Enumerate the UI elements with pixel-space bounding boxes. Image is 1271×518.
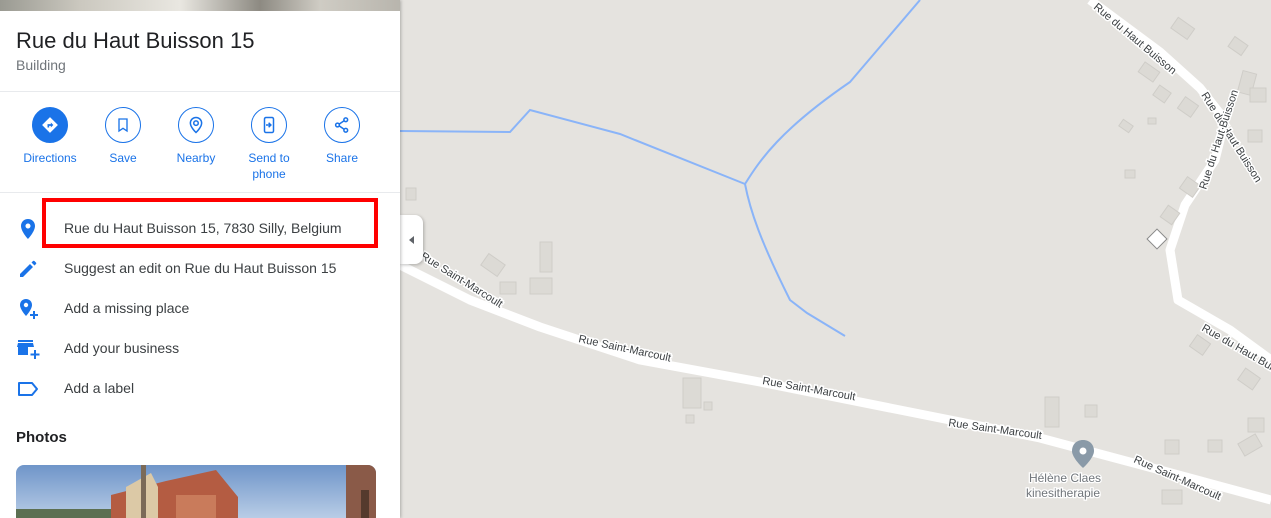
directions-button[interactable]: Directions <box>13 107 87 166</box>
add-place-icon <box>20 299 38 319</box>
place-category: Building <box>16 57 66 73</box>
share-icon <box>324 107 360 143</box>
add-missing-place-text: Add a missing place <box>64 300 190 316</box>
save-label: Save <box>109 151 137 165</box>
suggest-edit-text: Suggest an edit on Rue du Haut Buisson 1… <box>64 260 337 276</box>
poi-name-line1[interactable]: Hélène Claes <box>1028 470 1103 487</box>
hero-photo[interactable] <box>0 0 400 11</box>
nearby-button[interactable]: Nearby <box>159 107 233 166</box>
share-button[interactable]: Share <box>305 107 379 166</box>
nearby-icon <box>178 107 214 143</box>
add-business-row[interactable]: Add your business <box>0 328 400 368</box>
divider <box>0 91 400 92</box>
suggest-edit-row[interactable]: Suggest an edit on Rue du Haut Buisson 1… <box>0 248 400 288</box>
save-button[interactable]: Save <box>86 107 160 166</box>
divider <box>0 192 400 193</box>
place-details-panel: Rue du Haut Buisson 15 Building Directio… <box>0 0 400 518</box>
add-label-text: Add a label <box>64 380 135 396</box>
directions-label: Directions <box>23 151 77 165</box>
add-label-row[interactable]: Add a label <box>0 368 400 408</box>
label-icon <box>18 382 38 396</box>
place-photo[interactable] <box>16 465 376 518</box>
photos-heading: Photos <box>16 429 67 446</box>
add-business-text: Add your business <box>64 340 180 356</box>
location-pin-icon <box>21 219 35 239</box>
add-business-icon <box>17 340 40 359</box>
collapse-arrow-icon <box>408 235 414 244</box>
address-text: Rue du Haut Buisson 15, 7830 Silly, Belg… <box>64 220 342 236</box>
poi-name-line2[interactable]: kinesitherapie <box>1025 485 1102 502</box>
share-label: Share <box>325 151 359 165</box>
house-photo-image <box>16 465 376 518</box>
add-missing-place-row[interactable]: Add a missing place <box>0 288 400 328</box>
address-row[interactable]: Rue du Haut Buisson 15, 7830 Silly, Belg… <box>0 208 400 248</box>
send-to-phone-label: Send to phone <box>248 151 290 181</box>
pencil-icon <box>20 260 37 277</box>
bookmark-icon <box>105 107 141 143</box>
place-title: Rue du Haut Buisson 15 <box>16 28 255 53</box>
send-to-phone-button[interactable]: Send to phone <box>232 107 306 182</box>
directions-icon <box>32 107 68 143</box>
send-to-phone-icon <box>251 107 287 143</box>
nearby-label: Nearby <box>176 151 216 165</box>
collapse-panel-button[interactable] <box>400 215 423 264</box>
